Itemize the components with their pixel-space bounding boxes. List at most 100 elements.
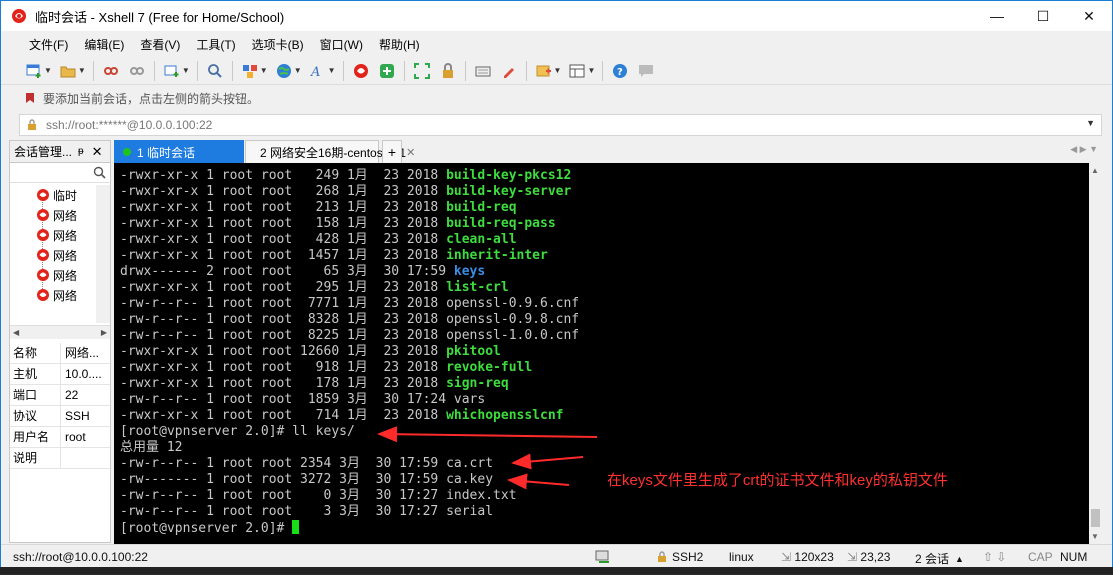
- terminal-line-prefix: -rw-r--r-- 1 root root 8328 1月 23 2018: [120, 312, 447, 327]
- tile-icon[interactable]: [568, 62, 586, 80]
- session-item-network-3[interactable]: 网络: [36, 245, 77, 265]
- compose-icon[interactable]: [535, 62, 553, 80]
- terminal-line: -rwxr-xr-x 1 root root 12660 1月 23 2018 …: [120, 344, 1089, 360]
- open-folder-icon[interactable]: [59, 62, 77, 80]
- bookmark-arrow-icon[interactable]: [23, 91, 37, 105]
- transfer-icon[interactable]: [595, 550, 611, 564]
- tab-temp-session[interactable]: 1 临时会话: [114, 140, 244, 163]
- xshell-window: 临时会话 - Xshell 7 (Free for Home/School) —…: [0, 0, 1113, 574]
- disconnect-icon[interactable]: [128, 62, 146, 80]
- terminal-line: -rwxr-xr-x 1 root root 714 1月 23 2018 wh…: [120, 408, 1089, 424]
- xshell-icon[interactable]: [352, 62, 370, 80]
- property-value: 10.0....: [65, 367, 102, 381]
- sessions-dropdown-icon[interactable]: ▲: [955, 554, 964, 564]
- highlight-icon[interactable]: [500, 62, 518, 80]
- compose-dropdown-icon[interactable]: ▼: [554, 66, 562, 75]
- maximize-button[interactable]: ☐: [1020, 1, 1066, 31]
- open-dropdown-icon[interactable]: ▼: [78, 66, 86, 75]
- fullscreen-icon[interactable]: [413, 62, 431, 80]
- terminal-line-prefix: -rw-r--r-- 1 root root 8225 1月 23 2018: [120, 328, 447, 343]
- terminal-line: -rwxr-xr-x 1 root root 918 1月 23 2018 re…: [120, 360, 1089, 376]
- menu-tools[interactable]: 工具(T): [196, 36, 235, 53]
- add-tab-button[interactable]: +: [382, 140, 402, 163]
- terminal-line-prefix: -rw-r--r-- 1 root root 0 3月 30 17:27: [120, 488, 447, 503]
- session-tabs: 1 临时会话 2 网络安全16期-centos7.01 ✕ + ◀ ▶ ▼: [114, 140, 1102, 163]
- xftp-icon[interactable]: [378, 62, 396, 80]
- new-session-dropdown-icon[interactable]: ▼: [44, 66, 52, 75]
- property-row: 端口 22: [10, 385, 110, 406]
- property-key: 名称: [10, 343, 61, 363]
- scroll-up-icon[interactable]: ▲: [1091, 166, 1099, 175]
- globe-icon[interactable]: [275, 62, 293, 80]
- status-sessions[interactable]: 2 会话 ▲: [915, 550, 964, 567]
- scroll-thumb[interactable]: [1091, 509, 1100, 527]
- lock-icon[interactable]: [439, 62, 457, 80]
- session-item-label: 网络: [53, 228, 78, 243]
- session-item-network-5[interactable]: 网络: [36, 285, 77, 305]
- session-search-input[interactable]: [10, 163, 110, 183]
- menu-file[interactable]: 文件(F): [29, 36, 68, 53]
- terminal-line: -rw-r--r-- 1 root root 3 3月 30 17:27 ser…: [120, 504, 1089, 520]
- globe-dropdown-icon[interactable]: ▼: [294, 66, 302, 75]
- session-manager-panel: 会话管理... ᵽ ✕ 临时 网络 网络 网络 网络 网络 ◀ ▶ 名称 网络.…: [9, 140, 111, 543]
- terminal-file-name: list-crl: [446, 280, 509, 295]
- menu-tab[interactable]: 选项卡(B): [252, 36, 304, 53]
- reconnect-icon[interactable]: [163, 62, 181, 80]
- tab-centos[interactable]: 2 网络安全16期-centos7.01 ✕: [245, 140, 415, 163]
- connect-icon[interactable]: [102, 62, 120, 80]
- panel-close-icon[interactable]: ✕: [92, 144, 103, 160]
- layout-icon[interactable]: [241, 62, 259, 80]
- scroll-right-icon[interactable]: ▶: [101, 328, 107, 337]
- property-key: 端口: [10, 385, 61, 405]
- layout-dropdown-icon[interactable]: ▼: [260, 66, 268, 75]
- close-button[interactable]: ✕: [1066, 1, 1112, 31]
- terminal-line-prefix: -rwxr-xr-x 1 root root 918 1月 23 2018: [120, 360, 447, 375]
- scroll-left-icon[interactable]: ◀: [13, 328, 19, 337]
- terminal-line-prefix: -rwxr-xr-x 1 root root 12660 1月 23 2018: [120, 344, 447, 359]
- status-lock-icon: [658, 551, 666, 562]
- terminal-line-prefix: -rwxr-xr-x 1 root root 178 1月 23 2018: [120, 376, 447, 391]
- hint-text: 要添加当前会话，点击左侧的箭头按钮。: [43, 91, 260, 106]
- terminal-scrollbar[interactable]: ▲ ▼: [1089, 163, 1102, 544]
- pin-icon[interactable]: ᵽ: [78, 146, 84, 157]
- session-item-temp[interactable]: 临时: [36, 185, 77, 205]
- menu-edit[interactable]: 编辑(E): [84, 36, 124, 53]
- address-bar[interactable]: ssh://root:******@10.0.0.100:22 ▼: [19, 114, 1102, 136]
- tab-close-icon[interactable]: ✕: [406, 146, 415, 159]
- terminal-prompt-line[interactable]: [root@vpnserver 2.0]#: [120, 520, 1089, 536]
- minimize-button[interactable]: —: [974, 1, 1020, 31]
- search-icon[interactable]: [93, 166, 106, 179]
- terminal-line-prefix: -rw-r--r-- 1 root root 2354 3月 30 17:59: [120, 456, 447, 471]
- session-item-network-4[interactable]: 网络: [36, 265, 77, 285]
- session-item-network-1[interactable]: 网络: [36, 205, 77, 225]
- session-tree-scrollbar[interactable]: [96, 185, 110, 323]
- new-session-icon[interactable]: [25, 62, 43, 80]
- session-manager-header: 会话管理... ᵽ ✕: [10, 141, 110, 163]
- tile-dropdown-icon[interactable]: ▼: [587, 66, 595, 75]
- menu-view[interactable]: 查看(V): [140, 36, 180, 53]
- menu-window[interactable]: 窗口(W): [320, 36, 363, 53]
- help-icon[interactable]: ?: [611, 62, 629, 80]
- address-dropdown-icon[interactable]: ▼: [1086, 118, 1095, 128]
- session-tree-hscrollbar[interactable]: ◀ ▶: [10, 325, 110, 339]
- terminal-line: -rwxr-xr-x 1 root root 213 1月 23 2018 bu…: [120, 200, 1089, 216]
- keyboard-icon[interactable]: [474, 62, 492, 80]
- font-icon[interactable]: A: [309, 62, 327, 80]
- status-nav-arrows-icon[interactable]: ⇧ ⇩: [983, 550, 1006, 564]
- font-dropdown-icon[interactable]: ▼: [328, 66, 336, 75]
- scroll-down-icon[interactable]: ▼: [1091, 532, 1099, 541]
- terminal-line: [root@vpnserver 2.0]# ll keys/: [120, 424, 1089, 440]
- find-icon[interactable]: [206, 62, 224, 80]
- session-item-label: 临时: [53, 188, 78, 203]
- resize-icon: ⇲: [781, 550, 795, 564]
- tab-nav-arrows-icon[interactable]: ◀ ▶ ▼: [1070, 144, 1098, 155]
- terminal-line: -rw-r--r-- 1 root root 1859 3月 30 17:24 …: [120, 392, 1089, 408]
- chat-icon[interactable]: [637, 62, 655, 80]
- terminal-file-name: build-req-pass: [446, 216, 556, 231]
- session-item-network-2[interactable]: 网络: [36, 225, 77, 245]
- terminal-line: -rwxr-xr-x 1 root root 268 1月 23 2018 bu…: [120, 184, 1089, 200]
- status-bar: ssh://root@10.0.0.100:22 SSH2 linux ⇲ 12…: [1, 544, 1112, 568]
- address-text: ssh://root:******@10.0.0.100:22: [46, 118, 213, 132]
- menu-help[interactable]: 帮助(H): [379, 36, 420, 53]
- reconnect-dropdown-icon[interactable]: ▼: [182, 66, 190, 75]
